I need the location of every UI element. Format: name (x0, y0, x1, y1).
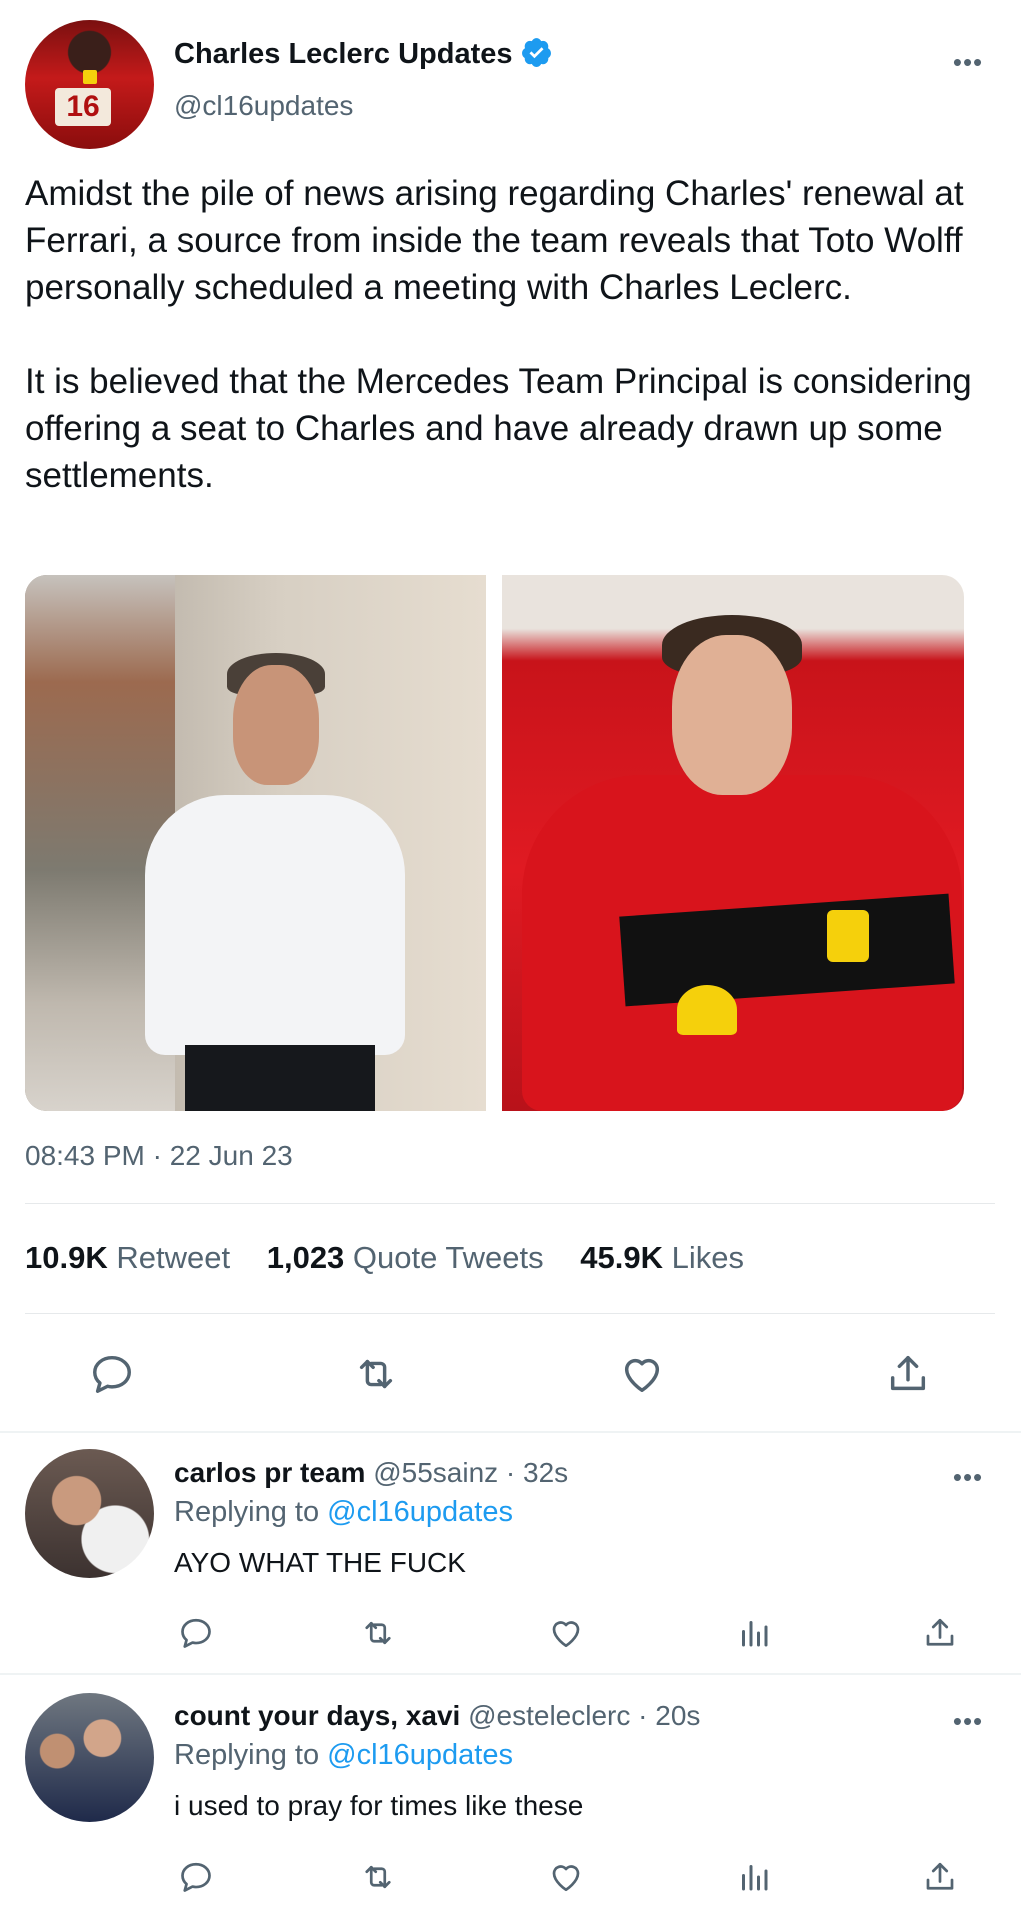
analytics-icon (742, 1621, 768, 1647)
reply-text: AYO WHAT THE FUCK (174, 1547, 466, 1578)
reply-button[interactable] (88, 1350, 136, 1398)
reply-time[interactable]: · 20s (638, 1700, 700, 1731)
person-figure (105, 635, 425, 1111)
share-button[interactable] (884, 1350, 932, 1398)
reply-author-name[interactable]: count your days, xavi (174, 1700, 460, 1731)
divider (25, 1203, 995, 1204)
reply-button[interactable] (172, 1609, 220, 1657)
section-divider (0, 1431, 1021, 1433)
media-photo-2[interactable] (502, 575, 964, 1111)
reply-author-handle[interactable]: @esteleclerc (468, 1700, 630, 1731)
author-handle[interactable]: @cl16updates (174, 90, 353, 122)
reply-icon (181, 1618, 211, 1648)
share-icon (926, 1862, 954, 1890)
reply-header: count your days, xavi @esteleclerc · 20s (174, 1700, 700, 1732)
analytics-icon (742, 1865, 768, 1891)
quotes-count[interactable]: 1,023 (267, 1240, 345, 1275)
divider (25, 1313, 995, 1314)
reply-avatar[interactable] (25, 1449, 154, 1578)
retweets-label[interactable]: Retweet (116, 1240, 230, 1275)
share-icon (926, 1618, 954, 1646)
tweet-stats: 10.9K Retweet 1,023 Quote Tweets 45.9K L… (25, 1240, 744, 1276)
retweet-icon (365, 1865, 391, 1889)
analytics-button[interactable] (730, 1853, 778, 1901)
share-icon (890, 1355, 926, 1391)
author-name[interactable]: Charles Leclerc Updates (174, 38, 512, 71)
likes-label[interactable]: Likes (672, 1240, 744, 1275)
like-button[interactable] (542, 1853, 590, 1901)
tweet-timestamp[interactable]: 08:43 PM · 22 Jun 23 (25, 1140, 293, 1172)
reply-author-name[interactable]: carlos pr team (174, 1457, 365, 1488)
share-button[interactable] (916, 1609, 964, 1657)
likes-count[interactable]: 45.9K (580, 1240, 663, 1275)
retweets-count[interactable]: 10.9K (25, 1240, 108, 1275)
reply-text: i used to pray for times like these (174, 1790, 584, 1821)
share-button[interactable] (916, 1853, 964, 1901)
like-button[interactable] (542, 1609, 590, 1657)
replying-to-label: Replying to (174, 1496, 320, 1528)
media-photo-1[interactable] (25, 575, 486, 1111)
replying-to: Replying to @cl16updates (174, 1739, 513, 1772)
reply-avatar[interactable] (25, 1693, 154, 1822)
more-options-icon[interactable]: ••• (948, 1464, 988, 1490)
reply-button[interactable] (172, 1853, 220, 1901)
heart-icon (624, 1358, 660, 1393)
retweet-button[interactable] (354, 1853, 402, 1901)
retweet-button[interactable] (352, 1350, 400, 1398)
like-button[interactable] (618, 1350, 666, 1398)
replying-to-label: Replying to (174, 1739, 320, 1771)
heart-icon (552, 1865, 580, 1892)
more-options-icon[interactable]: ••• (948, 49, 988, 75)
replying-to: Replying to @cl16updates (174, 1496, 513, 1529)
reply-time[interactable]: · 32s (506, 1457, 568, 1488)
retweet-button[interactable] (354, 1609, 402, 1657)
reply-author-handle[interactable]: @55sainz (373, 1457, 498, 1488)
replying-to-handle[interactable]: @cl16updates (327, 1739, 513, 1771)
avatar-number: 16 (55, 88, 111, 126)
reply-icon (181, 1862, 211, 1892)
quotes-label[interactable]: Quote Tweets (353, 1240, 544, 1275)
replying-to-handle[interactable]: @cl16updates (327, 1496, 513, 1528)
ferrari-badge-icon (827, 910, 869, 962)
shell-logo-icon (677, 985, 737, 1035)
more-options-icon[interactable]: ••• (948, 1708, 988, 1734)
tweet-text: Amidst the pile of news arising regardin… (25, 174, 972, 495)
reply-header: carlos pr team @55sainz · 32s (174, 1457, 568, 1489)
retweet-icon (365, 1621, 391, 1645)
heart-icon (552, 1621, 580, 1648)
retweet-icon (359, 1359, 393, 1389)
verified-badge-icon (522, 38, 551, 67)
reply-icon (93, 1355, 131, 1393)
section-divider (0, 1673, 1021, 1675)
author-avatar[interactable]: 16 (25, 20, 154, 149)
ferrari-shield-icon (83, 70, 97, 84)
analytics-button[interactable] (730, 1609, 778, 1657)
